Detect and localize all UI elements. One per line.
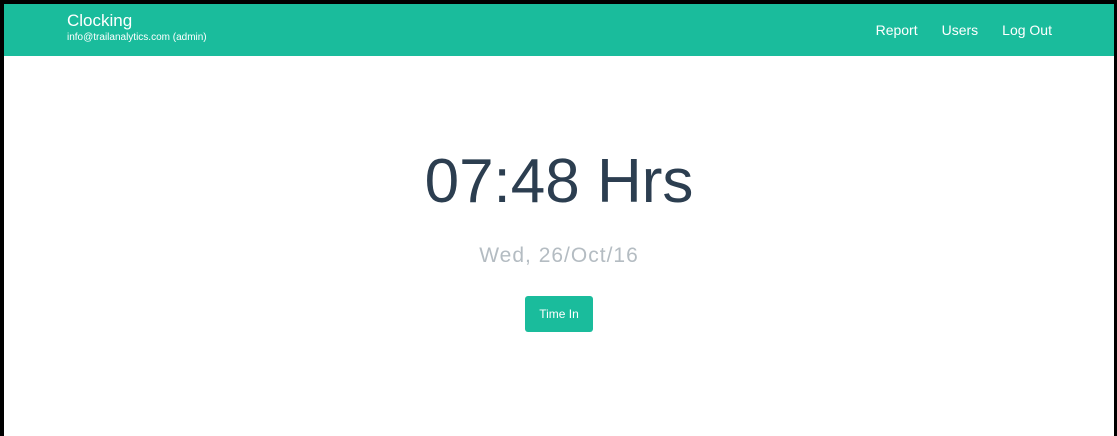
top-navbar: Clocking info@trailanalytics.com (admin)… <box>4 4 1114 56</box>
app-window: Clocking info@trailanalytics.com (admin)… <box>0 0 1117 436</box>
top-border <box>0 0 1117 4</box>
nav-links: Report Users Log Out <box>876 4 1052 56</box>
nav-users-link[interactable]: Users <box>942 22 979 38</box>
main-content: 07:48 Hrs Wed, 26/Oct/16 Time In <box>4 56 1114 436</box>
nav-logout-link[interactable]: Log Out <box>1002 22 1052 38</box>
date-display: Wed, 26/Oct/16 <box>479 244 639 267</box>
user-email: info@trailanalytics.com (admin) <box>67 32 207 43</box>
brand: Clocking info@trailanalytics.com (admin) <box>67 11 207 44</box>
button-container: Time In <box>4 296 1114 332</box>
nav-report-link[interactable]: Report <box>876 22 918 38</box>
left-border <box>0 0 4 436</box>
hours-display: 07:48 Hrs <box>424 147 694 216</box>
app-title[interactable]: Clocking <box>67 11 207 31</box>
time-in-button[interactable]: Time In <box>525 296 593 332</box>
